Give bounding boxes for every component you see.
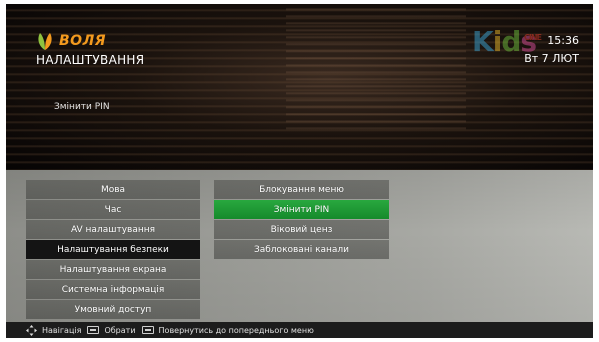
video-blinds xyxy=(286,4,466,134)
provider-logo: ВОЛЯ xyxy=(34,30,106,52)
menu-item-screen-settings[interactable]: Налаштування екрана xyxy=(26,260,200,279)
exit-key-icon xyxy=(141,326,154,334)
sub-menu: Блокування меню Змінити PIN Віковий ценз… xyxy=(214,180,389,260)
submenu-item-age-rating[interactable]: Віковий ценз xyxy=(214,220,389,239)
tv-screen: ВОЛЯ НАЛАШТУВАННЯ Змінити PIN Kids CINE … xyxy=(6,4,593,338)
menu-item-system-info[interactable]: Системна інформація xyxy=(26,280,200,299)
menu-item-conditional-access[interactable]: Умовний доступ xyxy=(26,300,200,319)
settings-menu-panel: Мова Час AV налаштування Налаштування бе… xyxy=(6,170,593,322)
menu-item-language[interactable]: Мова xyxy=(26,180,200,199)
main-menu: Мова Час AV налаштування Налаштування бе… xyxy=(26,180,200,320)
submenu-item-menu-lock[interactable]: Блокування меню xyxy=(214,180,389,199)
leaf-icon xyxy=(38,33,52,50)
menu-item-security-settings[interactable]: Налаштування безпеки xyxy=(26,240,200,259)
menu-item-time[interactable]: Час xyxy=(26,200,200,219)
page-title: НАЛАШТУВАННЯ xyxy=(36,53,145,67)
hint-navigation: Навігація xyxy=(42,325,82,335)
context-label: Змінити PIN xyxy=(54,102,110,112)
dpad-arrows-icon xyxy=(26,324,37,336)
clock: 15:36 xyxy=(547,34,579,47)
menu-item-av-settings[interactable]: AV налаштування xyxy=(26,220,200,239)
hint-select: Обрати xyxy=(104,325,136,335)
hint-back: Повернутись до попереднього меню xyxy=(158,325,314,335)
date: Вт 7 ЛЮТ xyxy=(524,52,579,65)
brand-name: ВОЛЯ xyxy=(59,33,106,49)
hint-bar: Навігація Обрати Повернутись до попередн… xyxy=(6,322,593,338)
submenu-item-blocked-channels[interactable]: Заблоковані канали xyxy=(214,240,389,259)
submenu-item-change-pin[interactable]: Змінити PIN xyxy=(214,200,389,219)
ok-key-icon xyxy=(87,326,100,334)
video-background: ВОЛЯ НАЛАШТУВАННЯ Змінити PIN Kids CINE … xyxy=(6,4,593,170)
